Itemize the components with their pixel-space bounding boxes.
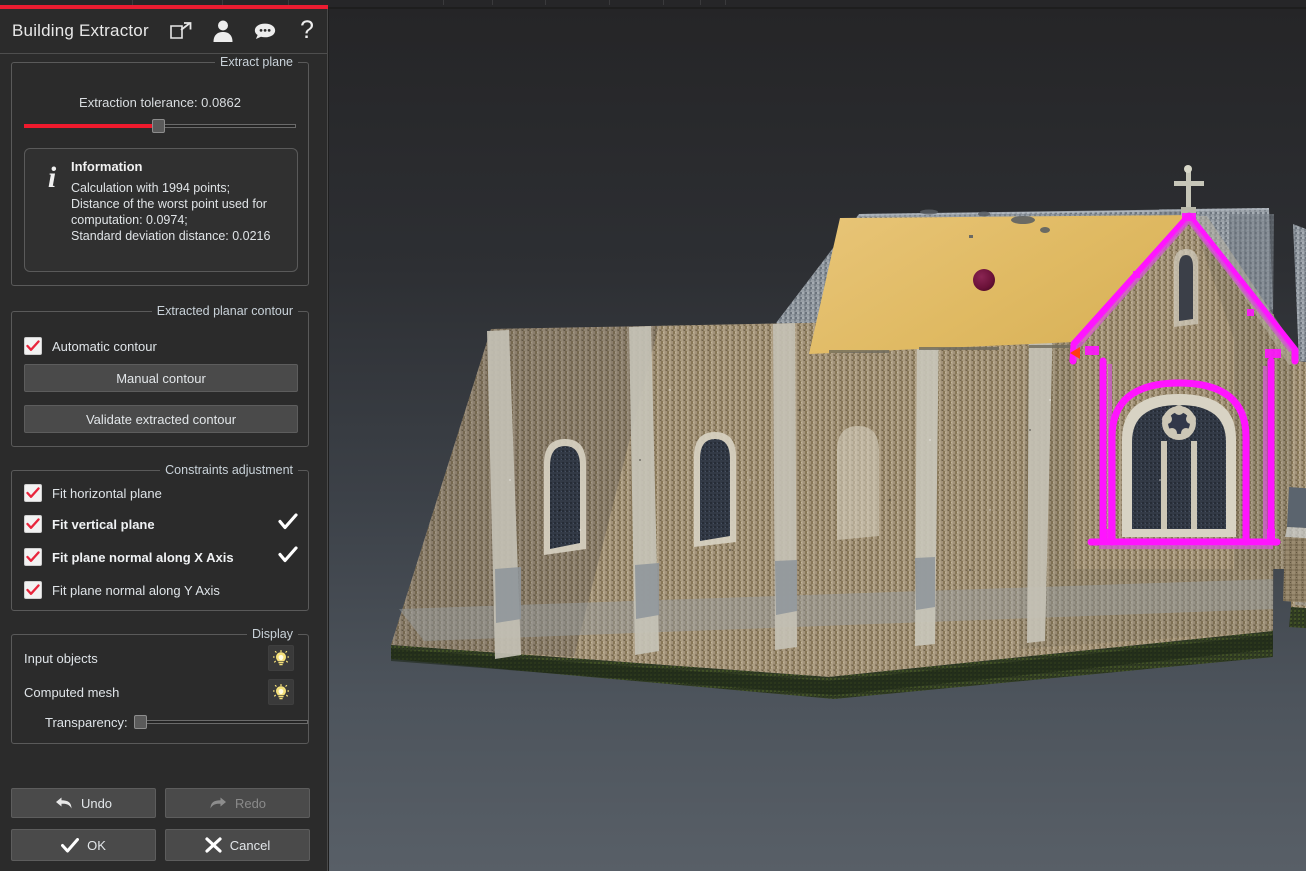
constraint-row-fit-normal-y-axis[interactable]: Fit plane normal along Y Axis: [12, 577, 320, 603]
tool-panel: Building Extractor: [0, 9, 328, 871]
slider-fill: [24, 124, 157, 128]
cancel-label: Cancel: [230, 838, 270, 853]
group-display: Display Input objects Computed mesh: [11, 634, 309, 744]
extraction-tolerance-label: Extraction tolerance: 0.0862: [12, 95, 308, 110]
constraint-row-fit-normal-x-axis[interactable]: Fit plane normal along X Axis: [12, 544, 320, 570]
gable-window: [1122, 394, 1236, 537]
application-window: Building Extractor: [0, 0, 1306, 871]
extraction-tolerance-slider[interactable]: [24, 119, 296, 133]
lightbulb-icon: [273, 684, 289, 701]
check-icon: [61, 838, 79, 853]
church-point-cloud-render: [329, 9, 1306, 871]
undo-label: Undo: [81, 796, 112, 811]
input-objects-visibility-toggle[interactable]: [268, 645, 294, 671]
manual-contour-button[interactable]: Manual contour: [24, 364, 298, 392]
automatic-contour-label: Automatic contour: [52, 339, 157, 354]
group-extract-plane: Extract plane Extraction tolerance: 0.08…: [11, 62, 309, 286]
comment-icon[interactable]: [253, 19, 277, 43]
undo-button[interactable]: Undo: [11, 788, 156, 818]
cancel-button[interactable]: Cancel: [165, 829, 310, 861]
fit-normal-x-axis-applied-check-icon: [278, 547, 298, 568]
fit-vertical-plane-checkbox[interactable]: [24, 515, 42, 533]
svg-text:?: ?: [300, 18, 314, 44]
transparency-label: Transparency:: [45, 715, 128, 730]
info-icon: i: [37, 159, 67, 261]
validate-extracted-contour-button[interactable]: Validate extracted contour: [24, 405, 298, 433]
constraint-row-fit-horizontal-plane[interactable]: Fit horizontal plane: [12, 480, 320, 506]
input-objects-label: Input objects: [24, 651, 98, 666]
seed-point: [973, 269, 995, 291]
fit-horizontal-plane-label: Fit horizontal plane: [52, 486, 162, 501]
group-extracted-contour: Extracted planar contour Automatic conto…: [11, 311, 309, 447]
group-display-title: Display: [247, 627, 298, 641]
computed-mesh-visibility-toggle[interactable]: [268, 679, 294, 705]
undo-arrow-icon: [55, 796, 73, 810]
fit-normal-x-axis-checkbox[interactable]: [24, 548, 42, 566]
lightbulb-icon: [273, 650, 289, 667]
fit-horizontal-plane-checkbox[interactable]: [24, 484, 42, 502]
redo-button[interactable]: Redo: [165, 788, 310, 818]
fit-normal-y-axis-checkbox[interactable]: [24, 581, 42, 599]
fit-normal-y-axis-label: Fit plane normal along Y Axis: [52, 583, 220, 598]
automatic-contour-checkbox[interactable]: [24, 337, 42, 355]
constraint-row-fit-vertical-plane[interactable]: Fit vertical plane: [12, 511, 320, 537]
redo-arrow-icon: [209, 796, 227, 810]
roof-cross: [1174, 165, 1204, 216]
ok-button[interactable]: OK: [11, 829, 156, 861]
slider-knob[interactable]: [152, 119, 165, 133]
redo-label: Redo: [235, 796, 266, 811]
page-title: Building Extractor: [0, 21, 149, 41]
information-heading: Information: [71, 159, 285, 174]
titlebar-icon-group: ?: [169, 19, 319, 43]
fit-vertical-plane-applied-check-icon: [278, 514, 298, 535]
group-extract-plane-title: Extract plane: [215, 55, 298, 69]
close-icon: [205, 837, 222, 853]
ok-label: OK: [87, 838, 106, 853]
panel-titlebar: Building Extractor: [0, 9, 327, 54]
popout-icon[interactable]: [169, 19, 193, 43]
fit-vertical-plane-label: Fit vertical plane: [52, 517, 155, 532]
user-icon[interactable]: [211, 19, 235, 43]
information-text: Calculation with 1994 points; Distance o…: [71, 180, 285, 244]
computed-mesh-label: Computed mesh: [24, 685, 119, 700]
help-icon[interactable]: ?: [295, 19, 319, 43]
information-box: i Information Calculation with 1994 poin…: [24, 148, 298, 272]
transparency-slider[interactable]: [134, 715, 308, 729]
transparency-slider-track: [134, 720, 308, 724]
group-constraints-title: Constraints adjustment: [160, 463, 298, 477]
automatic-contour-row[interactable]: Automatic contour: [12, 333, 320, 359]
group-extracted-contour-title: Extracted planar contour: [152, 304, 298, 318]
3d-viewport[interactable]: [329, 9, 1306, 871]
transparency-slider-knob[interactable]: [134, 715, 147, 729]
fit-normal-x-axis-label: Fit plane normal along X Axis: [52, 550, 234, 565]
group-constraints-adjustment: Constraints adjustment Fit horizontal pl…: [11, 470, 309, 611]
